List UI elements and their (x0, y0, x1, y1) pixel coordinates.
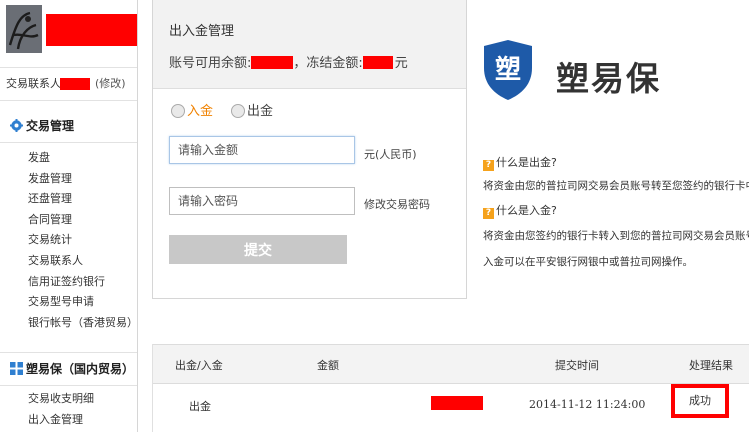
sidebar-item-offer-management[interactable]: 发盘管理 (28, 169, 137, 190)
suyibao-section[interactable]: 塑易保（国内贸易） (0, 352, 137, 386)
faq-question-deposit-text: 什么是入金? (496, 204, 557, 217)
column-header-amount: 金额 (317, 359, 339, 372)
gear-icon (10, 119, 23, 132)
radio-withdraw-label: 出金 (247, 104, 274, 119)
cell-type: 出金 (189, 400, 211, 413)
faq-answer-withdraw: 将资金由您的普拉司网交易会员账号转至您签约的银行卡中。 (483, 180, 749, 192)
grid-icon (10, 362, 23, 375)
brand-name: 塑易保 (556, 59, 661, 98)
sidebar-item-trade-statistics[interactable]: 交易统计 (28, 230, 137, 251)
suyibao-section-title: 塑易保（国内贸易） (26, 362, 135, 376)
table-row: 出金 2014-11-12 11:24:00 成功 (153, 384, 749, 424)
avatar[interactable] (6, 5, 42, 53)
available-balance-redacted (251, 56, 294, 69)
panel-header: 出入金管理 账号可用余额: ，冻结金额: 元 (153, 0, 466, 89)
contact-edit-link[interactable]: (修改) (95, 68, 126, 100)
sidebar-item-model-application[interactable]: 交易型号申请 (28, 292, 137, 313)
trade-nav-list: 发盘 发盘管理 还盘管理 合同管理 交易统计 交易联系人 信用证签约银行 交易型… (28, 148, 137, 334)
change-password-link[interactable]: 修改交易密码 (364, 196, 430, 212)
frozen-amount-redacted (362, 56, 393, 69)
radio-deposit-circle[interactable] (171, 104, 185, 118)
sidebar-item-contract-management[interactable]: 合同管理 (28, 210, 137, 231)
account-header (0, 0, 137, 64)
sidebar-item-bank-account-hk[interactable]: 银行帐号（香港贸易） (28, 313, 137, 334)
column-header-time: 提交时间 (555, 359, 599, 372)
amount-input[interactable] (169, 136, 355, 164)
account-name-redacted (46, 14, 137, 46)
radio-withdraw-circle[interactable] (231, 104, 245, 118)
faq-answer-deposit-note: 入金可以在平安银行网银中或普拉司网操作。 (483, 256, 693, 268)
question-icon: ? (483, 208, 494, 219)
contact-row: 交易联系人: (修改) (0, 67, 137, 101)
cell-result-highlighted: 成功 (671, 384, 729, 418)
trade-section-title: 交易管理 (26, 119, 75, 133)
faq-answer-deposit: 将资金由您签约的银行卡转入到您的普拉司网交易会员账号下。 (483, 230, 749, 242)
radio-deposit-label: 入金 (187, 104, 214, 119)
page-title: 出入金管理 (169, 24, 235, 39)
logo-char: 塑 (495, 55, 521, 85)
info-panel: 塑 塑易保 ? 什么是出金? 将资金由您的普拉司网交易会员账号转至您签约的银行卡中… (466, 0, 749, 300)
cell-amount-redacted (431, 396, 483, 410)
currency-suffix: 元 (394, 56, 408, 71)
sidebar-item-trade-contacts[interactable]: 交易联系人 (28, 251, 137, 272)
cell-time: 2014-11-12 11:24:00 (529, 398, 646, 411)
question-icon: ? (483, 160, 494, 171)
column-header-type: 出金/入金 (175, 359, 223, 372)
balance-row: 账号可用余额: ，冻结金额: 元 (169, 52, 408, 71)
fund-transfer-panel: 出入金管理 账号可用余额: ，冻结金额: 元 入金 出金 元(人民币) 修改交易密码… (152, 0, 467, 299)
suyibao-nav-list: 交易收支明细 出入金管理 (28, 389, 94, 430)
amount-unit: 元(人民币) (364, 148, 417, 161)
column-header-result: 处理结果 (689, 359, 733, 372)
table-header: 出金/入金 金额 提交时间 处理结果 (153, 344, 749, 384)
submit-button[interactable]: 提交 (169, 235, 347, 264)
faq-question-withdraw-text: 什么是出金? (496, 156, 557, 169)
radio-deposit[interactable]: 入金 (171, 104, 213, 120)
faq-question-deposit: ? 什么是入金? (483, 202, 557, 219)
sidebar-item-counter-offer-management[interactable]: 还盘管理 (28, 189, 137, 210)
shield-logo-icon: 塑 (484, 40, 532, 100)
records-table: 出金/入金 金额 提交时间 处理结果 出金 2014-11-12 11:24:0… (152, 344, 749, 432)
trade-management-section[interactable]: 交易管理 (0, 110, 137, 143)
sidebar-item-offer[interactable]: 发盘 (28, 148, 137, 169)
password-input[interactable] (169, 187, 355, 215)
contact-name-redacted (60, 78, 90, 90)
sidebar: 交易联系人: (修改) 交易管理 发盘 发盘管理 还盘管理 合同管理 交易统计 … (0, 0, 138, 432)
sidebar-item-fund-management[interactable]: 出入金管理 (28, 410, 94, 431)
contact-label: 交易联系人: (6, 77, 65, 90)
faq-question-withdraw: ? 什么是出金? (483, 154, 557, 171)
sidebar-item-transaction-details[interactable]: 交易收支明细 (28, 389, 94, 410)
frozen-amount-label: ，冻结金额: (293, 56, 363, 71)
radio-withdraw[interactable]: 出金 (231, 104, 273, 120)
sidebar-item-lc-banks[interactable]: 信用证签约银行 (28, 272, 137, 293)
available-balance-label: 账号可用余额: (169, 56, 252, 71)
